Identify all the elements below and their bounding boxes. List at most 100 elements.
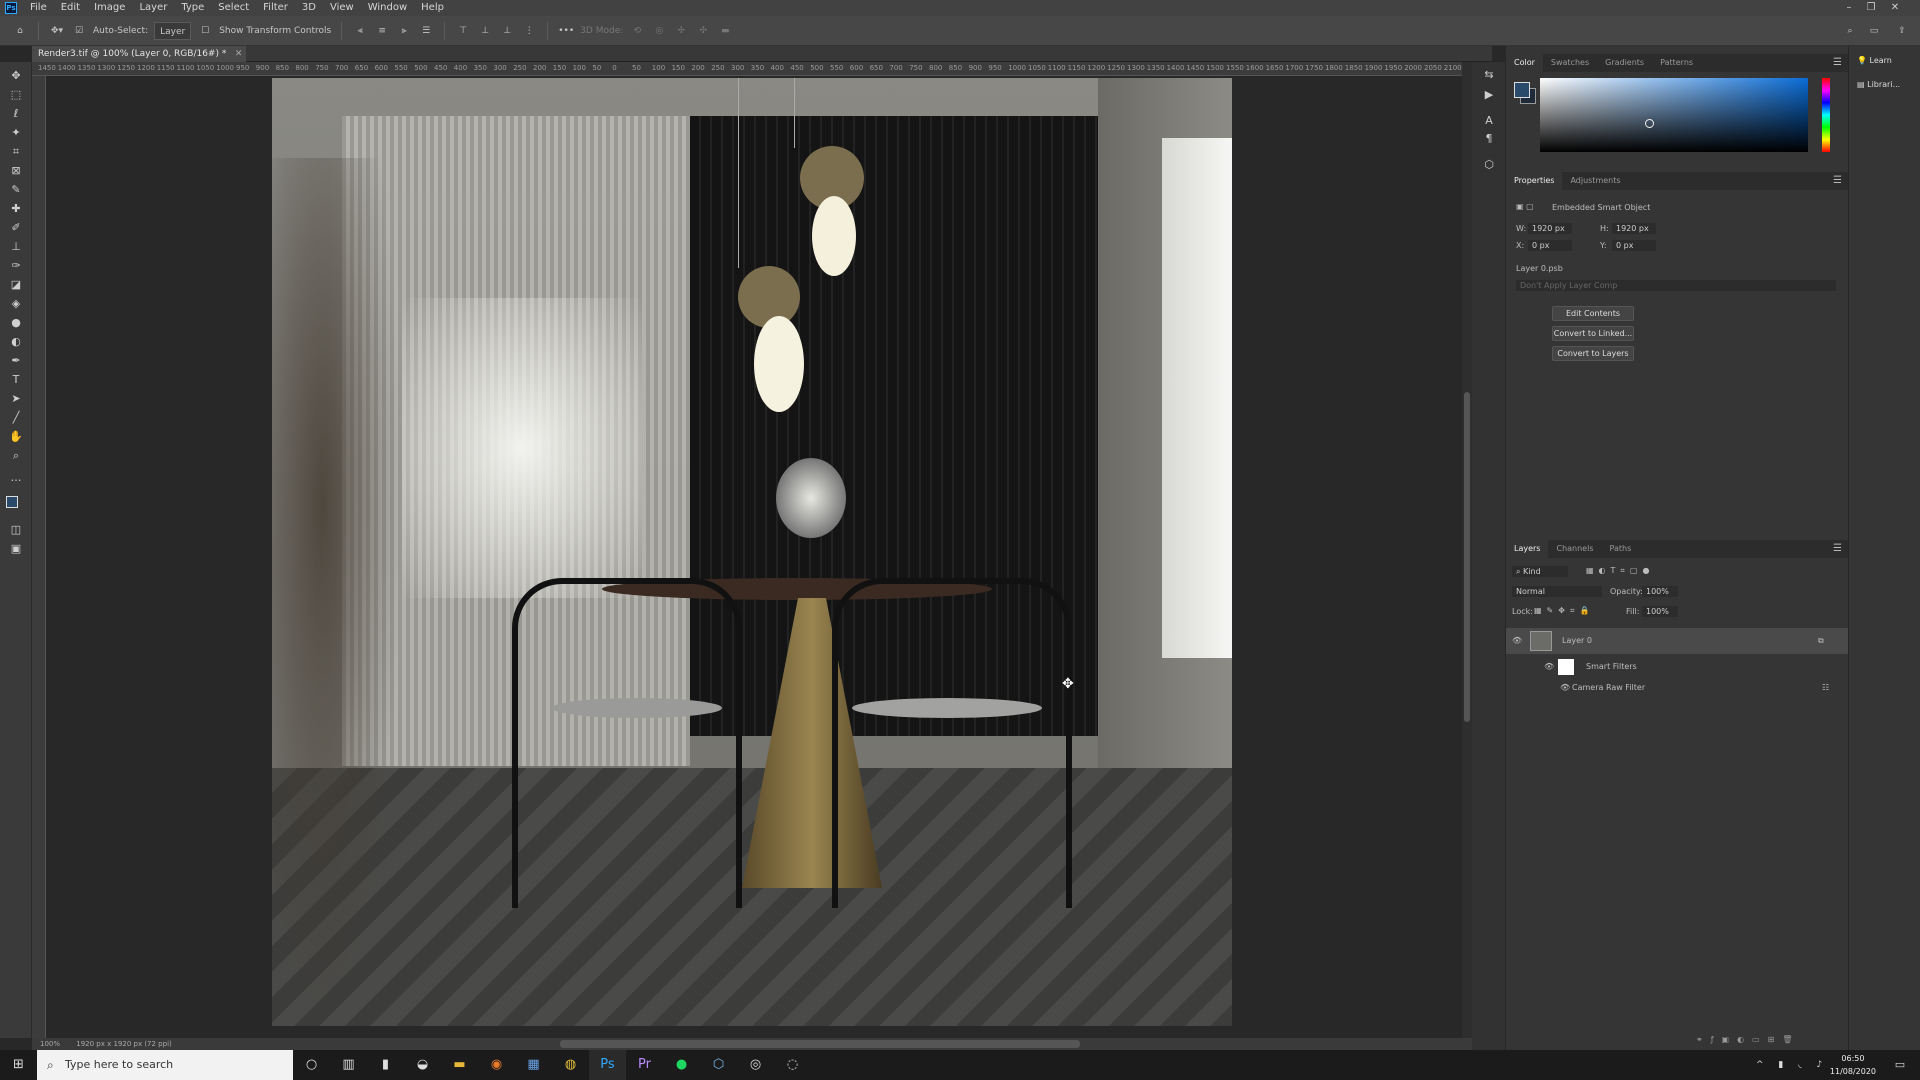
- fill-field[interactable]: 100%: [1642, 606, 1678, 617]
- file-explorer-icon[interactable]: ▬: [441, 1050, 478, 1080]
- menu-3d[interactable]: 3D: [295, 0, 323, 16]
- more-options-icon[interactable]: •••: [558, 22, 574, 40]
- eye-icon[interactable]: 👁: [1544, 662, 1554, 671]
- screen-mode-icon[interactable]: ▣: [8, 541, 24, 557]
- distribute-icon[interactable]: ☰: [418, 22, 434, 40]
- vertical-scrollbar[interactable]: [1462, 62, 1472, 1038]
- tab-properties[interactable]: Properties: [1506, 172, 1563, 190]
- restore-icon[interactable]: ❐: [1860, 0, 1882, 16]
- task-view-icon[interactable]: ▥: [330, 1050, 367, 1080]
- panel-menu-icon[interactable]: ☰: [1833, 172, 1842, 190]
- align-bottom-icon[interactable]: ⊥: [499, 22, 515, 40]
- share-icon[interactable]: ⇪: [1894, 22, 1910, 40]
- paragraph-icon[interactable]: ¶: [1482, 132, 1496, 146]
- tab-gradients[interactable]: Gradients: [1597, 54, 1652, 72]
- panel-menu-icon[interactable]: ☰: [1833, 54, 1842, 72]
- blend-mode-dropdown[interactable]: Normal: [1512, 586, 1602, 597]
- tab-adjustments[interactable]: Adjustments: [1562, 172, 1628, 190]
- camera-raw-filter-label[interactable]: Camera Raw Filter: [1572, 683, 1645, 692]
- layer-comp-dropdown[interactable]: Don't Apply Layer Comp: [1516, 280, 1836, 291]
- color-field[interactable]: [1540, 78, 1808, 152]
- paint-bucket-tool-icon[interactable]: ◈: [8, 296, 24, 312]
- type-tool-icon[interactable]: T: [8, 372, 24, 388]
- auto-select-checkbox[interactable]: ☑: [71, 22, 87, 40]
- layer-filter-icons[interactable]: ▦◐T⌗▢●: [1586, 566, 1654, 576]
- convert-to-layers-button[interactable]: Convert to Layers: [1552, 346, 1634, 361]
- cortana-icon[interactable]: ○: [293, 1050, 330, 1080]
- document-tab[interactable]: Render3.tif @ 100% (Layer 0, RGB/16#) * …: [32, 46, 247, 62]
- app-icon[interactable]: ▮: [367, 1050, 404, 1080]
- history-brush-tool-icon[interactable]: ✑: [8, 258, 24, 274]
- workspace-icon[interactable]: ▭: [1866, 22, 1882, 40]
- foreground-color-swatch[interactable]: [6, 496, 18, 508]
- align-right-icon[interactable]: ⫸: [396, 22, 412, 40]
- libraries-item[interactable]: ▤ Librari...: [1857, 80, 1900, 89]
- foreground-color-swatch[interactable]: [1514, 82, 1530, 98]
- opacity-field[interactable]: 100%: [1642, 586, 1678, 597]
- line-tool-icon[interactable]: ╱: [8, 410, 24, 426]
- menu-image[interactable]: Image: [87, 0, 132, 16]
- eye-icon[interactable]: 👁: [1512, 636, 1522, 645]
- history-icon[interactable]: ⇆: [1482, 68, 1496, 82]
- crop-tool-icon[interactable]: ⌗: [8, 144, 24, 160]
- app-icon[interactable]: ◌: [774, 1050, 811, 1080]
- edit-contents-button[interactable]: Edit Contents: [1552, 306, 1634, 321]
- learn-item[interactable]: 💡 Learn: [1857, 56, 1892, 65]
- menu-help[interactable]: Help: [414, 0, 451, 16]
- eye-icon[interactable]: 👁: [1560, 683, 1570, 692]
- scroll-thumb[interactable]: [1464, 392, 1470, 722]
- menu-file[interactable]: File: [23, 0, 54, 16]
- menu-type[interactable]: Type: [174, 0, 211, 16]
- layer-kind-filter[interactable]: ⌕ Kind: [1512, 566, 1568, 577]
- menu-filter[interactable]: Filter: [256, 0, 295, 16]
- hue-slider[interactable]: [1822, 78, 1830, 152]
- spotify-icon[interactable]: ●: [663, 1050, 700, 1080]
- blur-tool-icon[interactable]: ●: [8, 315, 24, 331]
- close-icon[interactable]: ✕: [1884, 0, 1906, 16]
- align-top-icon[interactable]: ⊤: [455, 22, 471, 40]
- frame-tool-icon[interactable]: ⊠: [8, 163, 24, 179]
- tab-channels[interactable]: Channels: [1548, 540, 1601, 558]
- close-tab-icon[interactable]: ✕: [235, 46, 243, 62]
- clone-stamp-tool-icon[interactable]: ⊥: [8, 239, 24, 255]
- eraser-tool-icon[interactable]: ◪: [8, 277, 24, 293]
- color-picker-cursor[interactable]: [1645, 119, 1654, 128]
- character-icon[interactable]: A: [1482, 114, 1496, 128]
- tab-patterns[interactable]: Patterns: [1652, 54, 1701, 72]
- app-icon[interactable]: ◎: [737, 1050, 774, 1080]
- photoshop-logo-icon[interactable]: Ps: [5, 2, 17, 14]
- calculator-icon[interactable]: ▦: [515, 1050, 552, 1080]
- width-field[interactable]: 1920 px: [1528, 223, 1572, 234]
- move-tool-icon[interactable]: ✥: [8, 68, 24, 84]
- app-icon[interactable]: ◒: [404, 1050, 441, 1080]
- lasso-tool-icon[interactable]: ℓ: [8, 106, 24, 122]
- smart-filters-label[interactable]: Smart Filters: [1586, 662, 1637, 671]
- align-center-icon[interactable]: ≡: [374, 22, 390, 40]
- rendered-image[interactable]: ✥: [272, 78, 1232, 1026]
- pen-tool-icon[interactable]: ✒: [8, 353, 24, 369]
- zoom-tool-icon[interactable]: ⌕: [8, 448, 24, 464]
- horizontal-scrollbar-thumb[interactable]: [560, 1040, 1080, 1048]
- magic-wand-tool-icon[interactable]: ✦: [8, 125, 24, 141]
- taskbar-search[interactable]: ⌕ Type here to search: [37, 1050, 293, 1080]
- align-left-icon[interactable]: ⫷: [352, 22, 368, 40]
- panel-menu-icon[interactable]: ☰: [1833, 540, 1842, 558]
- 3d-icon[interactable]: ⬡: [1482, 158, 1496, 172]
- chrome-icon[interactable]: ◍: [552, 1050, 589, 1080]
- premiere-icon[interactable]: Pr: [626, 1050, 663, 1080]
- tab-layers[interactable]: Layers: [1506, 540, 1549, 558]
- menu-edit[interactable]: Edit: [54, 0, 87, 16]
- windows-start-icon[interactable]: ⊞: [0, 1050, 37, 1080]
- notification-icon[interactable]: ▭: [1888, 1050, 1912, 1080]
- convert-to-linked-button[interactable]: Convert to Linked...: [1552, 326, 1634, 341]
- layer-row[interactable]: 👁 Layer 0 ⧉: [1506, 628, 1848, 654]
- blender-icon[interactable]: ◉: [478, 1050, 515, 1080]
- menu-select[interactable]: Select: [211, 0, 256, 16]
- path-selection-tool-icon[interactable]: ➤: [8, 391, 24, 407]
- layer-actions-icons[interactable]: ⚭ƒ▣◐▭⊞🗑: [1696, 1035, 1800, 1044]
- system-tray-icons[interactable]: ^ ▮ ◟ ♪: [1756, 1050, 1828, 1080]
- edit-toolbar-icon[interactable]: …: [8, 470, 24, 486]
- dodge-tool-icon[interactable]: ◐: [8, 334, 24, 350]
- layer-row[interactable]: 👁 Camera Raw Filter ☷: [1506, 679, 1848, 697]
- brush-tool-icon[interactable]: ✐: [8, 220, 24, 236]
